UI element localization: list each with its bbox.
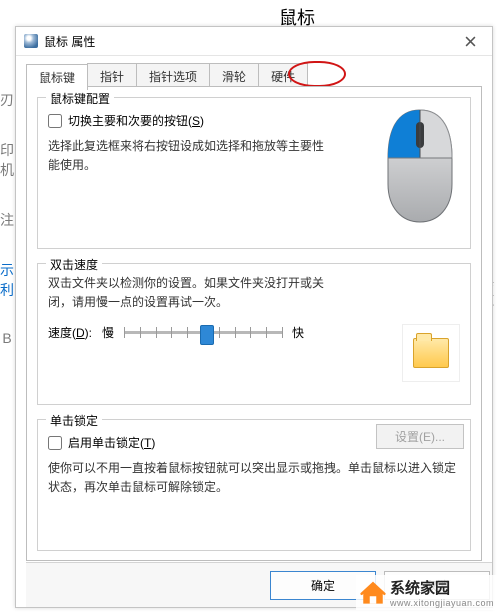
click-lock-input[interactable]	[48, 436, 62, 450]
mouse-properties-dialog: 鼠标 属性 hnzkhbsb.com 鼠标键 指针 指针选项 滑轮 硬件 鼠标键…	[15, 26, 493, 608]
test-folder[interactable]	[402, 324, 460, 382]
group-legend: 鼠标键配置	[46, 90, 114, 107]
group-button-config: 鼠标键配置 切换主要和次要的按钮(S) 选择此复选框来将右按钮设成如选择和拖放等…	[37, 97, 471, 249]
group-double-click: 双击速度 双击文件夹以检测你的设置。如果文件夹没打开或关闭，请用慢一点的设置再试…	[37, 263, 471, 405]
bg-left-strip: 刃 印机 注 示利 B	[0, 90, 14, 390]
titlebar: 鼠标 属性	[16, 27, 492, 56]
swap-buttons-input[interactable]	[48, 114, 62, 128]
folder-icon	[413, 338, 449, 368]
speed-slider[interactable]	[124, 322, 282, 342]
double-click-desc: 双击文件夹以检测你的设置。如果文件夹没打开或关闭，请用慢一点的设置再试一次。	[48, 274, 338, 312]
mouse-icon	[24, 34, 38, 48]
close-button[interactable]	[448, 27, 492, 55]
group-click-lock: 单击锁定 启用单击锁定(T) 设置(E)... 使你可以不用一直按着鼠标按钮就可…	[37, 419, 471, 551]
brand-badge: 系统家园 www.xitongjiayuan.com	[356, 575, 498, 610]
tab-pane: 鼠标键配置 切换主要和次要的按钮(S) 选择此复选框来将右按钮设成如选择和拖放等…	[26, 86, 482, 561]
house-icon	[360, 580, 386, 606]
click-lock-desc: 使你可以不用一直按着鼠标按钮就可以突出显示或拖拽。单击鼠标以进入锁定状态，再次单…	[48, 459, 458, 497]
brand-name: 系统家园	[390, 577, 494, 598]
swap-buttons-desc: 选择此复选框来将右按钮设成如选择和拖放等主要性能使用。	[48, 137, 328, 175]
group-legend: 单击锁定	[46, 412, 102, 429]
mouse-illustration	[378, 106, 462, 224]
brand-url: www.xitongjiayuan.com	[390, 598, 494, 608]
tab-buttons[interactable]: 鼠标键	[26, 64, 88, 90]
close-icon	[465, 36, 476, 47]
click-lock-settings-button: 设置(E)...	[376, 424, 464, 449]
dialog-title: 鼠标 属性	[44, 33, 95, 50]
fast-label: 快	[292, 324, 304, 341]
slow-label: 慢	[102, 324, 114, 341]
speed-label: 速度(D):	[48, 324, 92, 341]
group-legend: 双击速度	[46, 256, 102, 273]
